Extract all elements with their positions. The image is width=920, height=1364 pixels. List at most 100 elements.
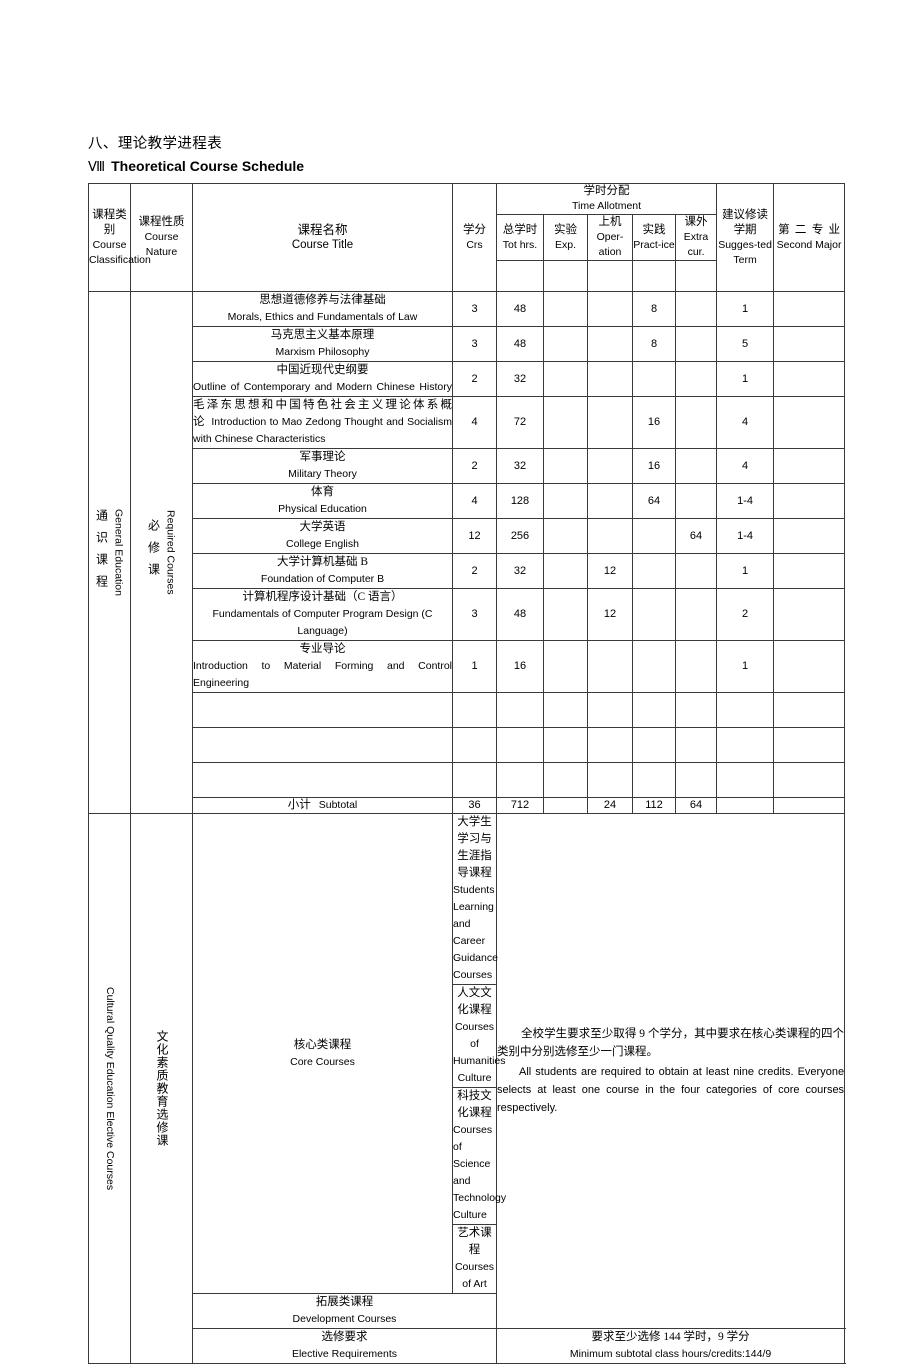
table-row: 通识课程 General Education 必修课 Required Cour… (88, 291, 846, 814)
course-title-en: Outline of Contemporary and Modern Chine… (193, 381, 452, 393)
course-practice (632, 692, 676, 728)
course-experiment (543, 396, 588, 449)
elective-requirements-value-cell: 要求至少选修 144 学时，9 学分 Minimum subtotal clas… (495, 1328, 846, 1364)
course-experiment (543, 518, 588, 554)
header-credits-en: Crs (466, 238, 483, 251)
header-spacer-practice (632, 260, 676, 292)
course-title-cn: 思想道德修养与法律基础 (259, 294, 386, 306)
header-time-allotment: 学时分配 Time Allotment (495, 183, 718, 215)
subtotal-label-en: Subtotal (318, 799, 358, 811)
course-title-cell: 军事理论 Military Theory (192, 448, 453, 484)
course-operation (587, 762, 633, 798)
course-operation: 12 (587, 588, 633, 641)
core-course-item-en: Courses of Science and Technology Cultur… (453, 1124, 507, 1221)
table-row: 中国近现代史纲要 Outline of Contemporary and Mod… (89, 361, 846, 397)
core-course-item: 人文文化课程 Courses of Humanities Culture (452, 984, 506, 1088)
header-total-hours-en: Tot hrs. (502, 238, 538, 251)
group-required-courses-cn: 必修课 (146, 519, 161, 586)
course-title-cell: 大学计算机基础 B Foundation of Computer B (192, 553, 453, 589)
elective-note-en: All students are required to obtain at l… (497, 1066, 845, 1114)
header-course-title-cn: 课程名称 (297, 222, 348, 237)
elective-requirements-value-cn: 要求至少选修 144 学时，9 学分 (591, 1331, 750, 1343)
course-experiment (543, 762, 588, 798)
course-extracurricular (674, 448, 718, 484)
course-practice: 8 (632, 326, 676, 362)
development-courses-cell: 拓展类课程 Development Courses (192, 1293, 497, 1329)
course-operation (587, 692, 633, 728)
elective-note-cell: 全校学生要求至少取得 9 个学分，其中要求在核心类课程的四个类别中分别选修至少一… (495, 813, 846, 1329)
course-suggested-term (716, 727, 775, 763)
course-second-major (773, 361, 846, 397)
table-row (89, 692, 846, 728)
course-credits: 3 (452, 291, 497, 327)
course-second-major (773, 553, 846, 589)
header-credits: 学分 Crs (452, 183, 497, 292)
course-suggested-term: 1 (716, 361, 775, 397)
section-numeral: Ⅷ (88, 160, 106, 175)
group-required-courses: 必修课 Required Courses (130, 291, 193, 814)
course-extracurricular (674, 727, 718, 763)
course-second-major (773, 640, 846, 693)
course-title-cell: 毛泽东思想和中国特色社会主义理论体系概论 Introduction to Mao… (192, 396, 453, 449)
course-operation (587, 291, 633, 327)
subtotal-total-hours: 712 (496, 797, 544, 814)
course-practice: 8 (632, 291, 676, 327)
course-operation (587, 640, 633, 693)
elective-note-cn: 全校学生要求至少取得 9 个学分，其中要求在核心类课程的四个类别中分别选修至少一… (497, 1028, 845, 1058)
course-extracurricular (674, 762, 718, 798)
core-course-item-cn: 人文文化课程 (457, 987, 492, 1016)
header-experiment-cn: 实验 (554, 223, 577, 236)
course-title-cell: 思想道德修养与法律基础 Morals, Ethics and Fundament… (192, 291, 453, 327)
course-title-en: Fundamentals of Computer Program Design … (212, 608, 433, 637)
course-credits (452, 762, 497, 798)
course-title-cn: 专业导论 (299, 643, 346, 655)
header-suggested-term-en: Sugges-ted Term (718, 238, 772, 266)
course-title-cn: 大学英语 (299, 521, 346, 533)
course-title-cell (192, 727, 453, 763)
course-experiment (543, 361, 588, 397)
course-suggested-term: 1-4 (716, 518, 775, 554)
table-row (89, 727, 846, 763)
course-experiment (543, 640, 588, 693)
course-title-cn: 中国近现代史纲要 (276, 364, 369, 376)
subtotal-experiment (543, 797, 588, 814)
course-total-hours (496, 727, 544, 763)
header-operation-cn: 上机 (598, 216, 622, 228)
course-operation (587, 483, 633, 519)
course-practice (632, 640, 676, 693)
course-suggested-term: 1 (716, 291, 775, 327)
course-practice (632, 553, 676, 589)
course-extracurricular (674, 361, 718, 397)
course-operation: 12 (587, 553, 633, 589)
course-title-en: Marxism Philosophy (275, 346, 370, 358)
course-suggested-term (716, 692, 775, 728)
course-title-cell (192, 762, 453, 798)
elective-requirements-row: 选修要求 Elective Requirements 要求至少选修 144 学时… (89, 1328, 846, 1364)
header-second-major-cn: 第二专业 (778, 223, 841, 236)
subtotal-row: 小计 Subtotal 36 712 24 112 64 (89, 797, 846, 814)
course-second-major (773, 291, 846, 327)
elective-requirements-label-cell: 选修要求 Elective Requirements (192, 1328, 497, 1364)
header-practice-cn: 实践 (642, 223, 666, 236)
table-row: 毛泽东思想和中国特色社会主义理论体系概论 Introduction to Mao… (89, 396, 846, 449)
header-total-hours: 总学时 Tot hrs. (496, 214, 544, 261)
course-experiment (543, 553, 588, 589)
course-credits (452, 692, 497, 728)
course-title-cell: 计算机程序设计基础（C 语言） Fundamentals of Computer… (192, 588, 453, 641)
course-title-en: Physical Education (278, 503, 367, 515)
group-cultural-quality-cn: 文化素质教育选修课 (155, 1030, 169, 1147)
table-header-row-1: 课程类别 Course Classification 课程性质 Course N… (88, 183, 846, 292)
header-second-major: 第二专业 Second Major (773, 183, 846, 292)
course-suggested-term: 4 (716, 396, 775, 449)
course-credits: 4 (452, 396, 497, 449)
course-practice (632, 762, 676, 798)
course-experiment (543, 326, 588, 362)
header-course-title-en: Course Title (291, 238, 354, 251)
course-extracurricular (674, 483, 718, 519)
course-experiment (543, 448, 588, 484)
subtotal-extracurricular: 64 (674, 797, 718, 814)
course-title-en: Foundation of Computer B (260, 573, 385, 585)
course-title-cell: 大学英语 College English (192, 518, 453, 554)
course-second-major (773, 326, 846, 362)
header-operation: 上机 Oper-ation (587, 214, 633, 261)
